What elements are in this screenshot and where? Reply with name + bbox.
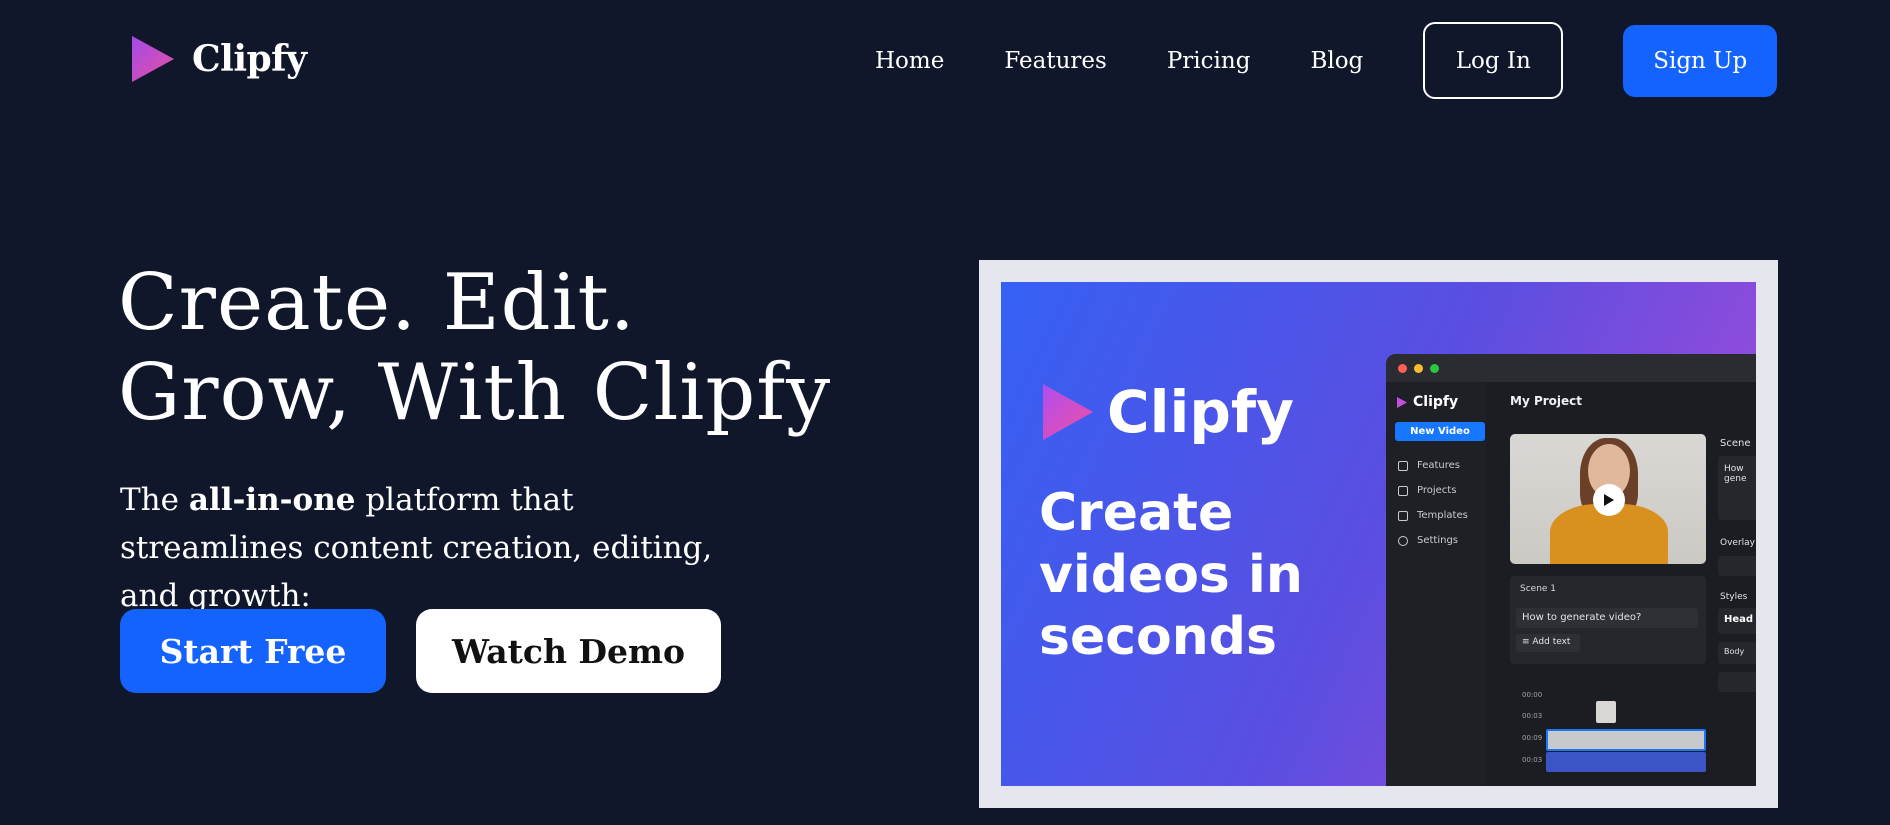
timeline-audio-clip[interactable] [1546, 752, 1706, 772]
sidebar-item-label: Settings [1417, 535, 1459, 546]
play-logo-icon [132, 36, 174, 82]
play-logo-icon [1397, 396, 1407, 408]
scene-text-box[interactable]: How gene [1718, 456, 1756, 520]
timeline-video-clip[interactable] [1546, 729, 1706, 751]
nav-features-link[interactable]: Features [1004, 48, 1107, 74]
sidebar-item-label: Templates [1417, 510, 1468, 521]
nav-pricing-link[interactable]: Pricing [1167, 48, 1251, 74]
hero-title-line2: Grow, With Clipfy [118, 348, 832, 438]
timeline-time: 00:09 [1522, 734, 1543, 742]
sidebar-item-templates[interactable]: Templates [1398, 510, 1468, 521]
minimize-dot-icon [1414, 363, 1423, 373]
top-nav: Home Features Pricing Blog Log In Sign U… [875, 22, 1778, 99]
brand-name: Clipfy [192, 38, 307, 80]
properties-panel: Scene How gene Overlay Styles Head Body [1718, 434, 1756, 774]
panel-scene-label: Scene [1720, 438, 1751, 449]
scene-card: Scene 1 How to generate video? ≡ Add tex… [1510, 576, 1706, 664]
timeline-time: 00:00 [1522, 691, 1543, 699]
sidebar-item-projects[interactable]: Projects [1398, 485, 1456, 496]
watch-demo-button[interactable]: Watch Demo [416, 609, 721, 693]
app-brand-name: Clipfy [1413, 394, 1459, 410]
banner-headline: Create videos in seconds [1039, 483, 1303, 667]
close-dot-icon [1398, 363, 1407, 373]
timeline-time: 00:03 [1522, 712, 1543, 720]
brand-logo[interactable]: Clipfy [130, 34, 307, 84]
app-brand: Clipfy [1396, 394, 1458, 410]
hero-sub-bold: all-in-one [188, 482, 356, 518]
timeline-time: 00:03 [1522, 756, 1543, 764]
product-preview-frame: Clipfy Create videos in seconds Clipfy N… [979, 260, 1778, 808]
scene-label: Scene 1 [1520, 584, 1557, 594]
hero-subtitle: The all-in-one platform that streamlines… [120, 476, 760, 620]
body-style-option[interactable]: Body [1718, 642, 1756, 664]
sidebar-item-settings[interactable]: Settings [1398, 535, 1458, 546]
project-title: My Project [1510, 394, 1582, 408]
panel-styles-label: Styles [1720, 592, 1748, 602]
hero-title-line1: Create. Edit. [118, 258, 636, 348]
hero-sub-pre: The [120, 482, 189, 518]
nav-blog-link[interactable]: Blog [1310, 48, 1363, 74]
play-logo-icon [1043, 384, 1093, 440]
clip-thumbnail[interactable] [1596, 701, 1616, 723]
style-option[interactable] [1718, 672, 1756, 692]
product-banner: Clipfy Create videos in seconds Clipfy N… [1001, 282, 1756, 786]
sidebar-item-label: Features [1417, 460, 1460, 471]
window-titlebar [1386, 354, 1756, 382]
panel-overlay-label: Overlay [1720, 538, 1755, 548]
overlay-toggle[interactable] [1718, 556, 1756, 576]
play-icon [1604, 494, 1614, 506]
add-text-button[interactable]: ≡ Add text [1516, 634, 1580, 652]
banner-brand-name: Clipfy [1107, 378, 1294, 446]
menu-icon: ≡ [1522, 637, 1533, 647]
new-video-button[interactable]: New Video [1395, 422, 1485, 441]
prompt-input[interactable]: How to generate video? [1516, 608, 1698, 628]
app-sidebar: Clipfy New Video Features Projects Templ… [1386, 382, 1486, 786]
sidebar-item-label: Projects [1417, 485, 1457, 496]
play-square-icon [1398, 460, 1408, 471]
square-icon [1398, 510, 1408, 521]
gear-icon [1398, 535, 1408, 546]
maximize-dot-icon [1430, 363, 1439, 373]
square-icon [1398, 485, 1408, 496]
add-text-label: Add text [1532, 637, 1571, 647]
play-button[interactable] [1593, 484, 1625, 516]
signup-button[interactable]: Sign Up [1623, 24, 1778, 97]
app-window: Clipfy New Video Features Projects Templ… [1386, 354, 1756, 786]
login-button[interactable]: Log In [1423, 22, 1564, 99]
video-preview[interactable] [1510, 434, 1706, 564]
sidebar-item-features[interactable]: Features [1398, 460, 1460, 471]
banner-logo: Clipfy [1039, 378, 1294, 446]
nav-home-link[interactable]: Home [875, 48, 944, 74]
start-free-button[interactable]: Start Free [120, 609, 386, 693]
heading-style-option[interactable]: Head [1718, 608, 1756, 634]
hero-title: Create. Edit. Grow, With Clipfy [118, 258, 838, 438]
